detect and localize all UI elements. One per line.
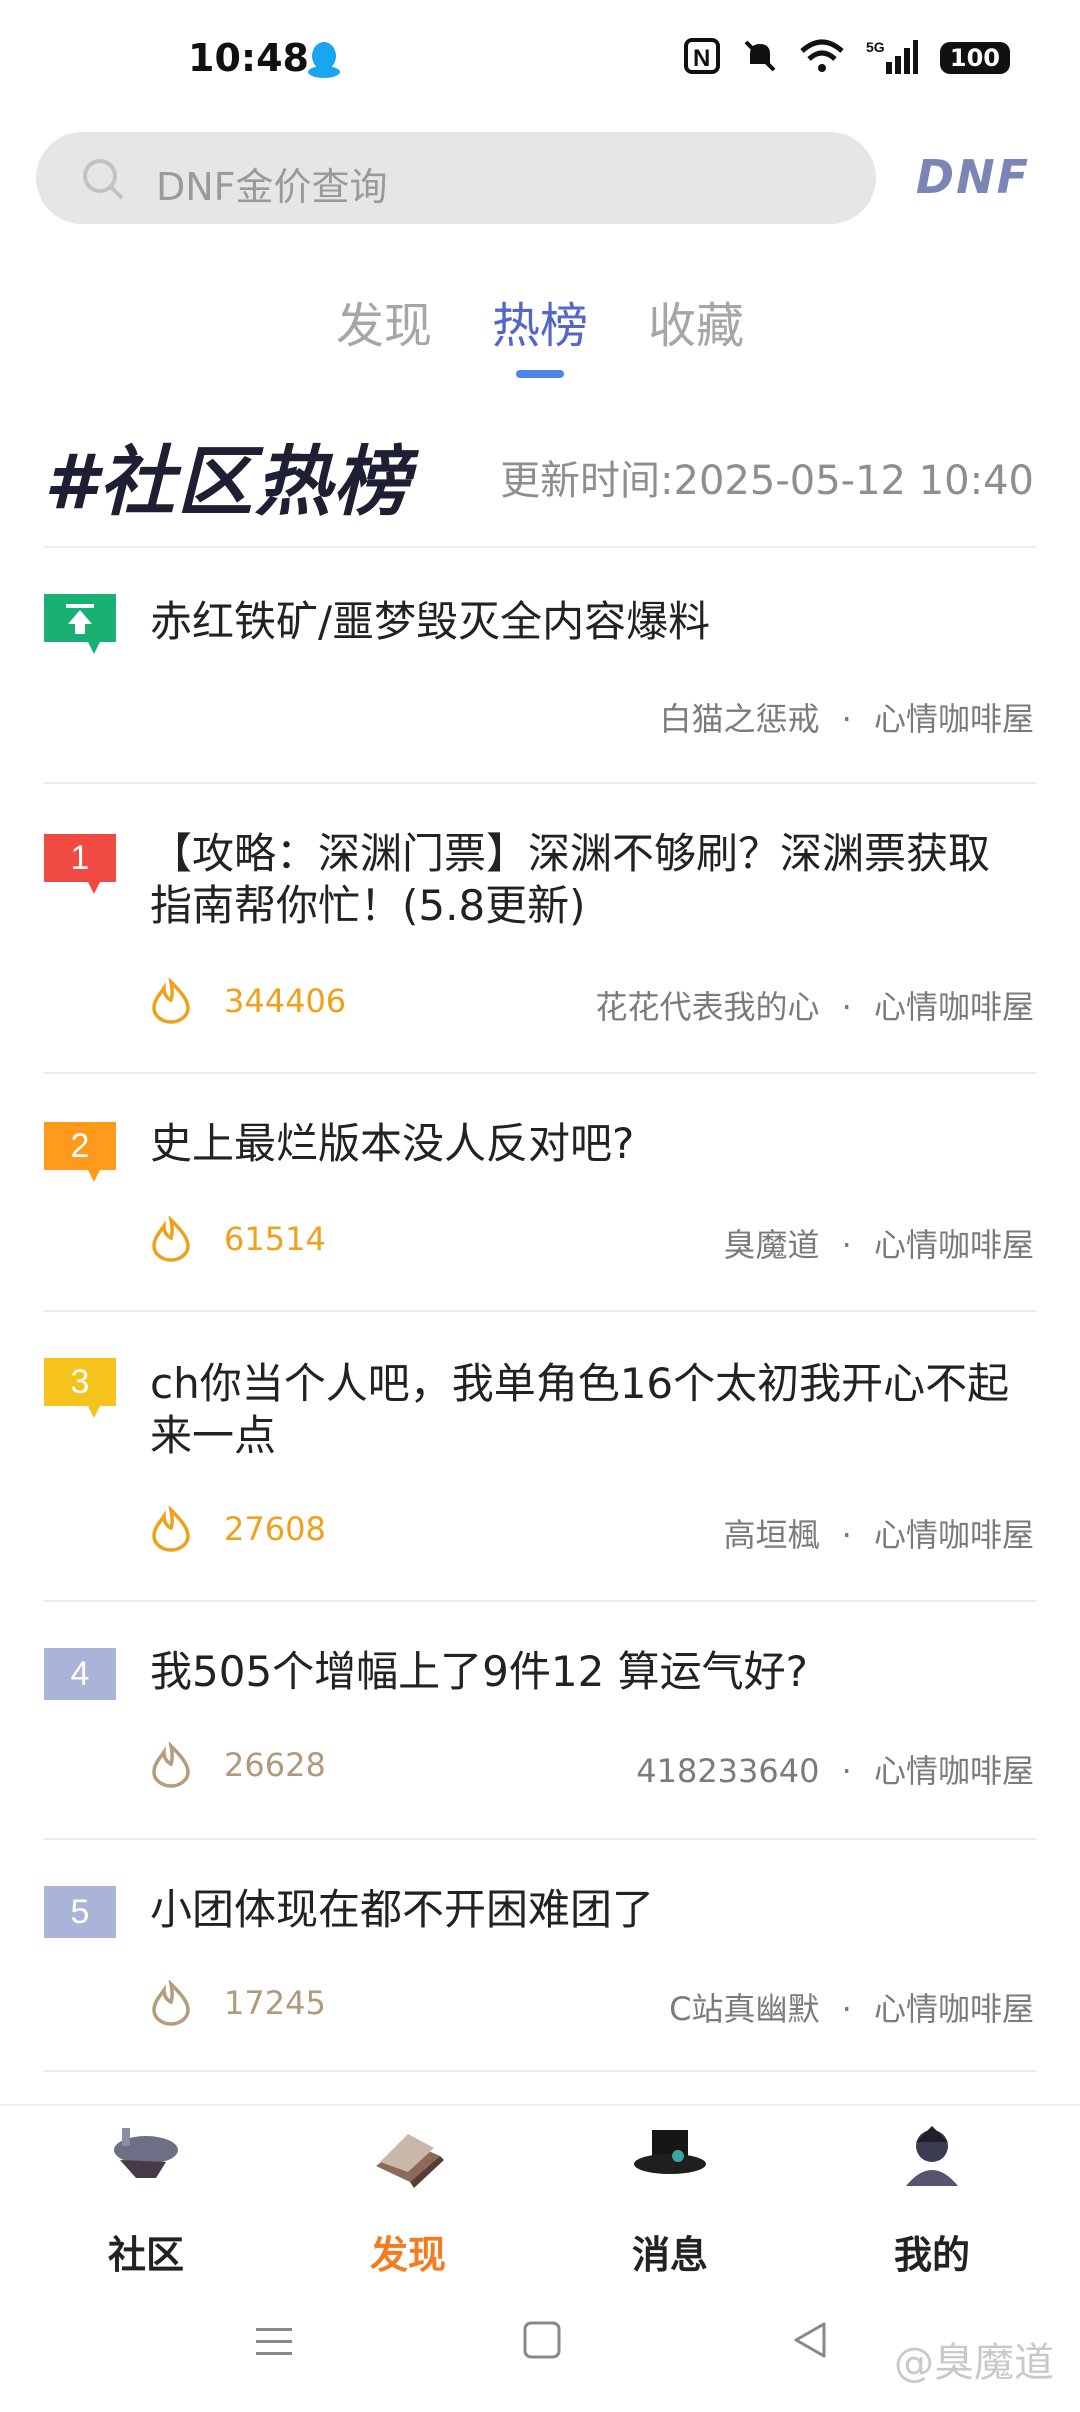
flame-icon: [148, 1214, 194, 1266]
nfc-icon: N: [683, 38, 720, 78]
rank-badge: 5: [44, 1886, 116, 1946]
list-item[interactable]: 3 ch你当个人吧，我单角色16个太初我开心不起来一点 27608 高垣楓 · …: [0, 1310, 1080, 1600]
meta-separator: ·: [841, 1226, 852, 1264]
status-time: 10:48: [188, 36, 309, 80]
rank-badge: 2: [44, 1122, 116, 1182]
list-item[interactable]: 赤红铁矿/噩梦毁灭全内容爆料 白猫之惩戒 · 心情咖啡屋: [0, 546, 1080, 782]
post-author[interactable]: 臭魔道: [723, 1226, 819, 1264]
heat-count: 344406: [224, 982, 347, 1020]
nav-discover[interactable]: 发现: [328, 2120, 488, 2277]
post-board[interactable]: 心情咖啡屋: [874, 1990, 1034, 2028]
post-meta: C站真幽默 · 心情咖啡屋: [669, 1984, 1034, 2030]
post-meta: 高垣楓 · 心情咖啡屋: [723, 1510, 1034, 1556]
flame-icon: [148, 1504, 194, 1556]
pinned-badge-icon: [44, 594, 116, 654]
svg-text:N: N: [693, 45, 710, 72]
airship-icon: [106, 2128, 186, 2194]
heat-count: 26628: [224, 1746, 326, 1784]
post-title[interactable]: 小团体现在都不开困难团了: [150, 1884, 1030, 1936]
update-time: 更新时间:2025-05-12 10:40: [500, 458, 1034, 504]
post-author[interactable]: 418233640: [636, 1752, 819, 1790]
list-item[interactable]: 1 【攻略：深渊门票】深渊不够刷？深渊票获取指南帮你忙！(5.8更新) 3444…: [0, 782, 1080, 1072]
network-label: 5G: [866, 39, 885, 55]
nav-label: 发现: [369, 2233, 446, 2277]
post-title[interactable]: 我505个增幅上了9件12 算运气好?: [150, 1646, 1030, 1698]
heat-count: 61514: [224, 1220, 326, 1258]
rank-number: 5: [70, 1893, 90, 1931]
rank-badge: 4: [44, 1648, 116, 1708]
menu-icon[interactable]: [254, 2322, 294, 2366]
post-author[interactable]: C站真幽默: [669, 1990, 819, 2028]
list-item[interactable]: 2 史上最烂版本没人反对吧? 61514 臭魔道 · 心情咖啡屋: [0, 1072, 1080, 1310]
avatar-icon: [892, 2126, 972, 2194]
post-meta: 臭魔道 · 心情咖啡屋: [723, 1220, 1034, 1266]
heat-count: 27608: [224, 1510, 326, 1548]
hot-list-heading: #社区热榜: [44, 437, 411, 526]
search-bar[interactable]: DNF金价查询: [36, 132, 876, 224]
battery-indicator: 100: [939, 42, 1010, 74]
bottom-nav: 社区 发现 消息 我的: [0, 2104, 1080, 2296]
post-title[interactable]: 史上最烂版本没人反对吧?: [150, 1118, 1030, 1170]
meta-separator: ·: [841, 988, 852, 1026]
list-item[interactable]: 5 小团体现在都不开困难团了 17245 C站真幽默 · 心情咖啡屋: [0, 1838, 1080, 2076]
tab-discover[interactable]: 发现: [336, 286, 432, 356]
watermark: @臭魔道: [894, 2340, 1054, 2386]
post-title[interactable]: 赤红铁矿/噩梦毁灭全内容爆料: [150, 596, 1030, 648]
post-title[interactable]: ch你当个人吧，我单角色16个太初我开心不起来一点: [150, 1358, 1030, 1462]
post-board[interactable]: 心情咖啡屋: [874, 700, 1034, 738]
tab-favorites[interactable]: 收藏: [648, 286, 744, 356]
nav-label: 社区: [107, 2233, 184, 2277]
tab-hot[interactable]: 热榜: [492, 286, 588, 356]
rank-badge: 1: [44, 834, 116, 894]
mute-icon: [742, 38, 778, 78]
book-icon: [368, 2134, 448, 2194]
meta-separator: ·: [841, 1752, 852, 1790]
nav-community[interactable]: 社区: [66, 2120, 226, 2277]
nav-messages[interactable]: 消息: [590, 2120, 750, 2277]
nav-label: 我的: [893, 2233, 970, 2277]
post-meta: 白猫之惩戒 · 心情咖啡屋: [659, 694, 1034, 740]
post-author[interactable]: 花花代表我的心: [595, 988, 819, 1026]
dnf-logo[interactable]: DNF: [916, 150, 1030, 204]
rank-number: 3: [70, 1363, 90, 1401]
post-author[interactable]: 高垣楓: [723, 1516, 819, 1554]
post-title[interactable]: 【攻略：深渊门票】深渊不够刷？深渊票获取指南帮你忙！(5.8更新): [150, 828, 1030, 932]
list-item[interactable]: 4 我505个增幅上了9件12 算运气好? 26628 418233640 · …: [0, 1600, 1080, 1838]
top-tabs: 发现 热榜 收藏: [0, 286, 1080, 378]
nav-label: 消息: [631, 2233, 708, 2277]
meta-separator: ·: [841, 1516, 852, 1554]
status-bar: 10:48 N 5G 100: [0, 0, 1080, 120]
back-icon[interactable]: [790, 2320, 830, 2364]
rank-number: 4: [70, 1655, 90, 1693]
post-board[interactable]: 心情咖啡屋: [874, 1226, 1034, 1264]
flame-icon: [148, 1978, 194, 2030]
divider: [44, 2070, 1036, 2072]
post-meta: 418233640 · 心情咖啡屋: [636, 1746, 1034, 1792]
flame-icon: [148, 976, 194, 1028]
qq-icon: [306, 40, 342, 84]
signal-icon: 5G: [866, 38, 918, 78]
post-board[interactable]: 心情咖啡屋: [874, 1516, 1034, 1554]
rank-badge: 3: [44, 1358, 116, 1418]
meta-separator: ·: [841, 700, 852, 738]
post-meta: 花花代表我的心 · 心情咖啡屋: [595, 982, 1034, 1028]
post-board[interactable]: 心情咖啡屋: [874, 988, 1034, 1026]
post-author[interactable]: 白猫之惩戒: [659, 700, 819, 738]
flame-icon: [148, 1740, 194, 1792]
rank-number: 1: [70, 839, 90, 877]
active-tab-indicator: [516, 370, 564, 378]
home-icon[interactable]: [522, 2320, 562, 2364]
wifi-icon: [800, 39, 844, 77]
rank-number: 2: [70, 1127, 90, 1165]
meta-separator: ·: [841, 1990, 852, 2028]
search-placeholder: DNF金价查询: [156, 165, 388, 209]
heat-count: 17245: [224, 1984, 326, 2022]
top-hat-icon: [630, 2130, 710, 2194]
nav-me[interactable]: 我的: [852, 2120, 1012, 2277]
search-icon: [80, 156, 126, 206]
post-board[interactable]: 心情咖啡屋: [874, 1752, 1034, 1790]
